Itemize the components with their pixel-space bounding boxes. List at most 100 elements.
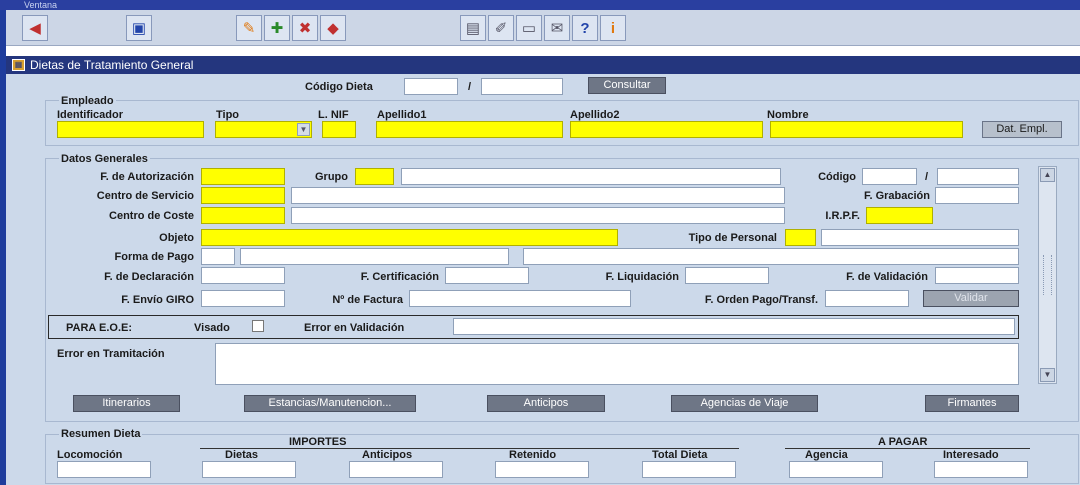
centro-coste-label: Centro de Coste [109, 210, 194, 222]
f-validacion-field[interactable] [935, 267, 1019, 284]
save-icon[interactable]: ▣ [126, 15, 152, 41]
dietas-label: Dietas [225, 449, 259, 461]
visado-checkbox[interactable] [252, 320, 264, 332]
f-grabacion-label: F. Grabación [863, 190, 930, 202]
f-grabacion-field[interactable] [935, 187, 1019, 204]
interesado-label: Interesado [943, 449, 999, 461]
n-factura-label: Nº de Factura [332, 294, 403, 306]
total-dieta-label: Total Dieta [652, 449, 708, 461]
resumen-dieta-group-label: Resumen Dieta [59, 427, 143, 441]
objeto-label: Objeto [159, 232, 194, 244]
codigo-separator: / [925, 171, 929, 183]
estancias-manutencion-button[interactable]: Estancias/Manutencion... [244, 395, 416, 412]
empleado-group-label: Empleado [59, 94, 116, 108]
apellido2-label: Apellido2 [570, 109, 620, 121]
identificador-label: Identificador [57, 109, 124, 121]
dietas-field[interactable] [202, 461, 296, 478]
interesado-field[interactable] [934, 461, 1028, 478]
para-eoe-label: PARA E.O.E: [66, 322, 133, 334]
scroll-thumb-grip[interactable] [1043, 255, 1052, 295]
importes-header: IMPORTES [289, 436, 347, 448]
retenido-field[interactable] [495, 461, 589, 478]
centro-servicio-code-field[interactable] [201, 187, 285, 204]
calendar-icon[interactable]: ▤ [460, 15, 486, 41]
exit-icon[interactable]: ◀ [22, 15, 48, 41]
f-autorizacion-label: F. de Autorización [100, 171, 194, 183]
locomocion-label: Locomoción [57, 449, 123, 461]
clear-icon[interactable]: ✎ [236, 15, 262, 41]
tipo-select[interactable]: ▼ [215, 121, 312, 138]
f-certificacion-field[interactable] [445, 267, 529, 284]
apellido1-field[interactable] [376, 121, 563, 138]
scroll-up-icon[interactable]: ▲ [1040, 168, 1055, 182]
grupo-desc-field[interactable] [401, 168, 781, 185]
info-icon[interactable]: i [600, 15, 626, 41]
agencias-viaje-button[interactable]: Agencias de Viaje [671, 395, 818, 412]
delete-record-icon[interactable]: ✖ [292, 15, 318, 41]
window-top-strip: Ventana [0, 0, 1080, 10]
locomocion-field[interactable] [57, 461, 151, 478]
total-dieta-field[interactable] [642, 461, 736, 478]
forma-pago-extra-field[interactable] [523, 248, 1019, 265]
centro-coste-code-field[interactable] [201, 207, 285, 224]
itinerarios-button[interactable]: Itinerarios [73, 395, 180, 412]
print-icon[interactable]: ▭ [516, 15, 542, 41]
firmantes-button[interactable]: Firmantes [925, 395, 1019, 412]
agencia-field[interactable] [789, 461, 883, 478]
codigo-dieta-label: Código Dieta [305, 81, 373, 93]
error-validacion-label: Error en Validación [304, 322, 405, 334]
codigo-dieta-field-2[interactable] [481, 78, 563, 95]
insert-record-icon[interactable]: ✚ [264, 15, 290, 41]
visado-label: Visado [194, 322, 230, 334]
codigo-dieta-separator: / [468, 81, 472, 93]
codigo-dieta-field-1[interactable] [404, 78, 458, 95]
centro-coste-desc-field[interactable] [291, 207, 785, 224]
validar-button[interactable]: Validar [923, 290, 1019, 307]
lnif-field[interactable] [322, 121, 356, 138]
mail-icon[interactable]: ✉ [544, 15, 570, 41]
irpf-field[interactable] [866, 207, 933, 224]
codigo-label: Código [818, 171, 856, 183]
grupo-code-field[interactable] [355, 168, 394, 185]
retenido-label: Retenido [509, 449, 557, 461]
agencia-label: Agencia [805, 449, 848, 461]
identificador-field[interactable] [57, 121, 204, 138]
irpf-label: I.R.P.F. [825, 210, 860, 222]
eraser-icon[interactable]: ◆ [320, 15, 346, 41]
codigo-field-1[interactable] [862, 168, 917, 185]
f-liquidacion-field[interactable] [685, 267, 769, 284]
error-tramitacion-field[interactable] [215, 343, 1019, 385]
f-liquidacion-label: F. Liquidación [605, 271, 679, 283]
tipo-personal-code-field[interactable] [785, 229, 816, 246]
objeto-field[interactable] [201, 229, 618, 246]
form-title: Dietas de Tratamiento General [30, 58, 194, 72]
anticipos-resumen-field[interactable] [349, 461, 443, 478]
help-icon[interactable]: ? [572, 15, 598, 41]
form-titlebar: ▦ Dietas de Tratamiento General [6, 56, 1080, 74]
f-validacion-label: F. de Validación [846, 271, 928, 283]
f-autorizacion-field[interactable] [201, 168, 285, 185]
f-declaracion-label: F. de Declaración [104, 271, 194, 283]
error-validacion-field[interactable] [453, 318, 1015, 335]
f-orden-pago-field[interactable] [825, 290, 909, 307]
apellido2-field[interactable] [570, 121, 763, 138]
consultar-button[interactable]: Consultar [588, 77, 666, 94]
nombre-field[interactable] [770, 121, 963, 138]
n-factura-field[interactable] [409, 290, 631, 307]
chevron-down-icon[interactable]: ▼ [297, 123, 310, 136]
tipo-personal-label: Tipo de Personal [688, 232, 777, 244]
forma-pago-desc-field[interactable] [240, 248, 509, 265]
anticipos-button[interactable]: Anticipos [487, 395, 605, 412]
centro-servicio-desc-field[interactable] [291, 187, 785, 204]
f-declaracion-field[interactable] [201, 267, 285, 284]
tipo-personal-desc-field[interactable] [821, 229, 1019, 246]
centro-servicio-label: Centro de Servicio [96, 190, 194, 202]
dat-empl-button[interactable]: Dat. Empl. [982, 121, 1062, 138]
forma-pago-code-field[interactable] [201, 248, 235, 265]
window-top-title: Ventana [24, 0, 58, 10]
f-envio-giro-field[interactable] [201, 290, 285, 307]
codigo-field-2[interactable] [937, 168, 1019, 185]
edit-icon[interactable]: ✐ [488, 15, 514, 41]
vertical-scrollbar[interactable]: ▲ ▼ [1038, 166, 1057, 384]
scroll-down-icon[interactable]: ▼ [1040, 368, 1055, 382]
